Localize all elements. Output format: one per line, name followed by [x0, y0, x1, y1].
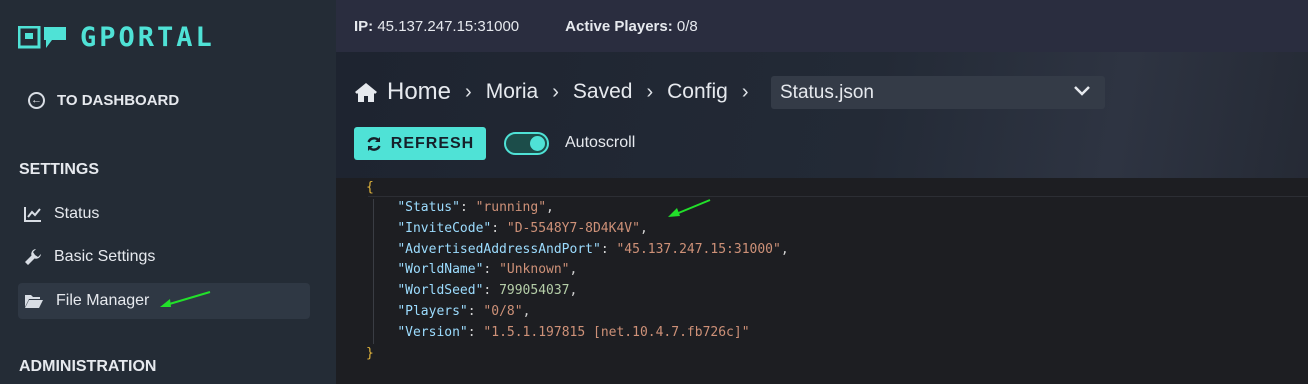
json-open-brace: {: [366, 180, 374, 195]
file-content-viewer[interactable]: { "Status": "running", "InviteCode": "D-…: [336, 178, 1308, 384]
breadcrumb-item-moria[interactable]: Moria: [486, 80, 539, 104]
breadcrumb-home[interactable]: Home: [354, 78, 451, 106]
sidebar-item-status[interactable]: Status: [18, 196, 310, 232]
breadcrumb-item-saved[interactable]: Saved: [573, 80, 633, 104]
folder-open-icon: [25, 295, 43, 308]
current-line-highlight: [368, 196, 1308, 197]
home-icon: [355, 82, 377, 102]
json-comma: ,: [569, 283, 578, 299]
ip-value: 45.137.247.15:31000: [377, 17, 520, 35]
json-value: "D-5548Y7-8D4K4V": [506, 220, 640, 236]
ip-label: IP:: [354, 17, 374, 35]
refresh-label: REFRESH: [390, 134, 475, 152]
json-value: 799054037: [499, 283, 570, 299]
json-key: "Players": [397, 304, 468, 319]
server-info-bar: IP: 45.137.247.15:31000 Active Players: …: [336, 0, 1308, 52]
breadcrumb-home-label: Home: [387, 78, 452, 105]
refresh-button[interactable]: REFRESH: [354, 127, 486, 160]
json-close-brace: }: [366, 346, 374, 361]
breadcrumb-item-config[interactable]: Config: [667, 80, 728, 104]
json-line: "WorldSeed": 799054037,: [397, 283, 578, 299]
json-value: "running": [475, 200, 547, 215]
json-value: "Unknown": [499, 262, 570, 278]
json-line: "Status": "running",: [397, 200, 554, 215]
chevron-right-icon: ›: [646, 80, 654, 103]
toggle-knob: [530, 136, 545, 151]
refresh-icon: [367, 136, 381, 151]
json-comma: ,: [569, 262, 578, 278]
players-label: Active Players:: [565, 17, 673, 35]
json-line: "Players": "0/8",: [397, 304, 531, 319]
settings-heading: SETTINGS: [19, 161, 100, 178]
sidebar-item-label: File Manager: [56, 292, 150, 309]
json-value: "1.5.1.197815 [net.10.4.7.fb726c]": [483, 324, 750, 340]
sidebar-item-basic-settings[interactable]: Basic Settings: [18, 239, 310, 275]
active-players: Active Players: 0/8: [565, 18, 698, 35]
json-value: "0/8": [483, 304, 523, 319]
sidebar-item-label: Status: [54, 205, 100, 222]
json-key: "AdvertisedAddressAndPort": [397, 241, 601, 257]
administration-heading: ADMINISTRATION: [19, 358, 157, 375]
autoscroll-toggle[interactable]: [504, 132, 549, 155]
autoscroll-label: Autoscroll: [565, 134, 636, 151]
file-select-value: Status.json: [780, 81, 874, 103]
breadcrumb: Home › Moria › Saved › Config ›: [354, 78, 748, 106]
server-ip: IP: 45.137.247.15:31000: [354, 18, 519, 35]
json-key: "WorldSeed": [397, 283, 484, 299]
json-comma: ,: [546, 200, 554, 215]
file-manager-header: Home › Moria › Saved › Config › Status.j…: [336, 52, 1308, 178]
sidebar-item-file-manager[interactable]: File Manager: [18, 283, 310, 319]
json-line: "InviteCode": "D-5548Y7-8D4K4V",: [397, 220, 648, 236]
sidebar-item-label: Basic Settings: [54, 248, 156, 265]
to-dashboard-link[interactable]: ← TO DASHBOARD: [28, 92, 179, 109]
players-value: 0/8: [676, 17, 698, 35]
wrench-icon: [25, 249, 41, 265]
gportal-logo-icon: [18, 25, 66, 48]
json-line: "Version": "1.5.1.197815 [net.10.4.7.fb7…: [397, 324, 750, 340]
json-value: "45.137.247.15:31000": [616, 241, 781, 257]
json-comma: ,: [780, 241, 789, 257]
json-key: "Status": [397, 200, 460, 215]
to-dashboard-label: TO DASHBOARD: [57, 92, 180, 109]
json-line: "WorldName": "Unknown",: [397, 262, 578, 278]
chart-line-icon: [24, 207, 41, 222]
chevron-right-icon: ›: [465, 80, 472, 103]
json-key: "InviteCode": [397, 220, 492, 236]
json-comma: ,: [639, 220, 648, 236]
arrow-left-circle-icon: ←: [28, 92, 45, 109]
file-select[interactable]: Status.json: [771, 76, 1105, 109]
json-key: "WorldName": [397, 262, 484, 278]
json-line: "AdvertisedAddressAndPort": "45.137.247.…: [397, 241, 789, 257]
brand-name: GPORTAL: [80, 22, 215, 53]
gportal-logo[interactable]: GPORTAL: [18, 22, 215, 53]
chevron-right-icon: ›: [741, 80, 749, 103]
sidebar: GPORTAL ← TO DASHBOARD SETTINGS Status B…: [0, 0, 336, 384]
chevron-right-icon: ›: [552, 80, 559, 103]
json-key: "Version": [397, 324, 468, 340]
chevron-down-icon: [1074, 86, 1090, 96]
json-comma: ,: [522, 304, 531, 319]
